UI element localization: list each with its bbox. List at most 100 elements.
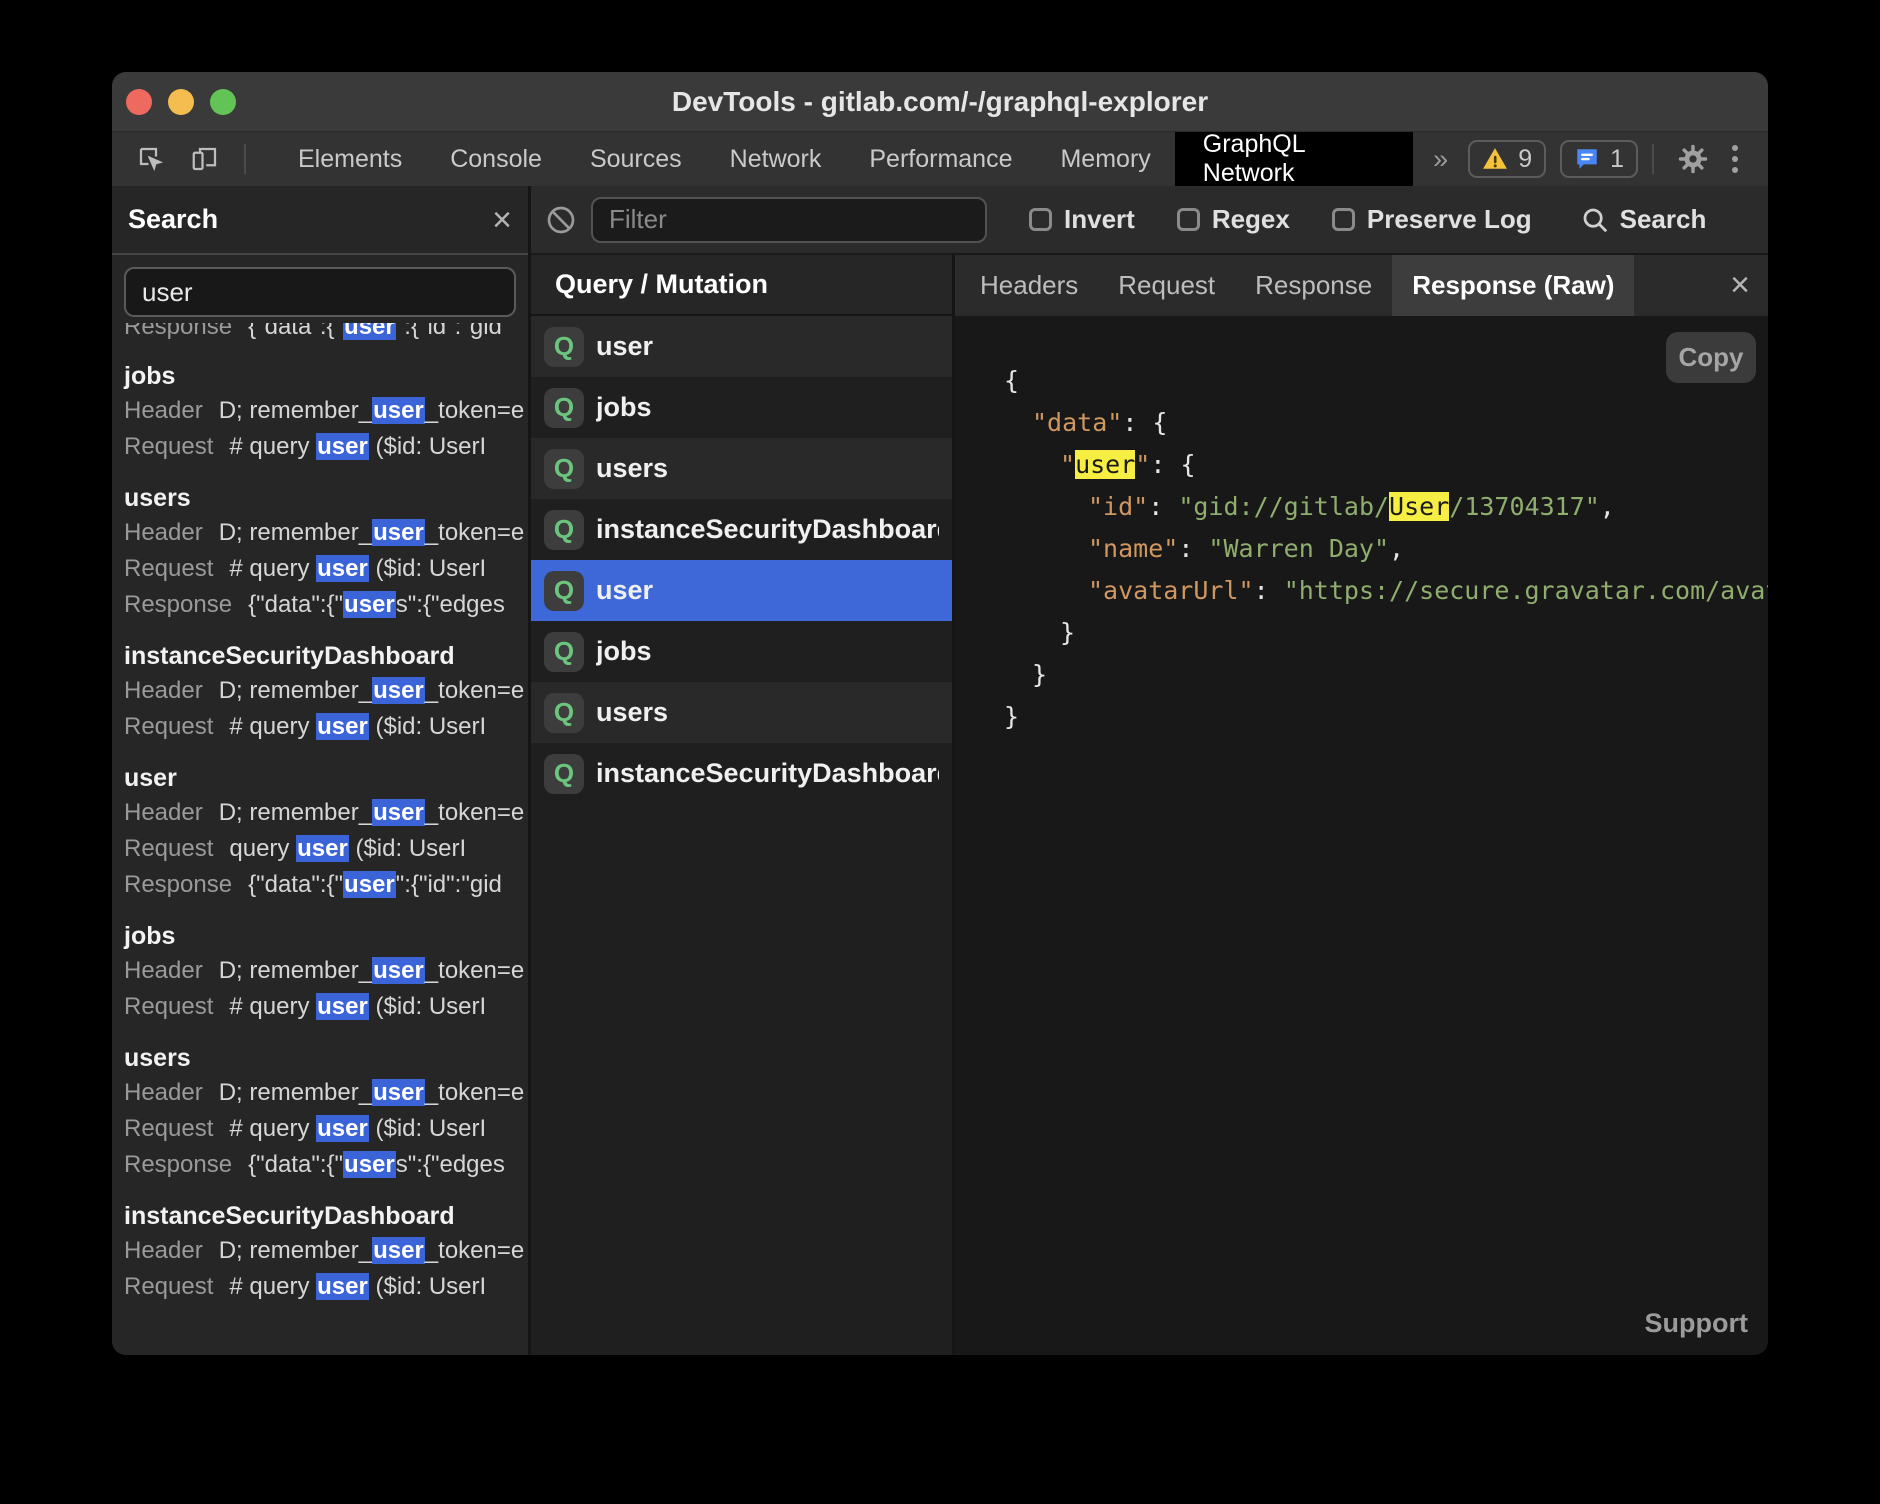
devtools-tab-sources[interactable]: Sources xyxy=(566,132,706,186)
result-line-value: # query user ($id: UserI xyxy=(229,709,486,745)
close-icon[interactable]: × xyxy=(492,203,512,237)
result-line-label: Response xyxy=(124,867,232,903)
search-result-line[interactable]: HeaderD; remember_user_token=e xyxy=(124,1233,528,1269)
checkbox-box xyxy=(1332,208,1355,231)
result-line-value: {"data":{"users":{"edges xyxy=(248,1147,505,1183)
query-type-icon: Q xyxy=(544,449,584,489)
zoom-window-button[interactable] xyxy=(210,89,236,115)
devtools-tab-network[interactable]: Network xyxy=(706,132,846,186)
search-result-line[interactable]: HeaderD; remember_user_token=e xyxy=(124,1075,528,1111)
window-title: DevTools - gitlab.com/-/graphql-explorer xyxy=(672,86,1208,118)
query-name: user xyxy=(596,331,653,362)
copy-button[interactable]: Copy xyxy=(1666,332,1756,383)
result-group-title[interactable]: instanceSecurityDashboard xyxy=(124,639,528,673)
search-result-line[interactable]: HeaderD; remember_user_token=e xyxy=(124,515,528,551)
search-result-line[interactable]: Header D; remember_user_token=e xyxy=(124,673,528,709)
json-content: {"data": {"user": {"id": "gid://gitlab/U… xyxy=(1004,360,1768,738)
issues-count: 1 xyxy=(1610,145,1624,174)
search-result-line[interactable]: Request# query user ($id: UserI xyxy=(124,551,528,587)
toolbar-divider xyxy=(1652,144,1654,174)
query-list-item[interactable]: QinstanceSecurityDashboard xyxy=(531,499,952,560)
inspect-element-icon[interactable] xyxy=(136,144,166,174)
preserve-log-checkbox[interactable]: Preserve Log xyxy=(1332,204,1532,235)
devtools-tab-memory[interactable]: Memory xyxy=(1036,132,1174,186)
query-list-header: Query / Mutation xyxy=(531,255,952,316)
result-group-title[interactable]: users xyxy=(124,1041,528,1075)
filter-clear-icon[interactable] xyxy=(545,204,577,236)
regex-checkbox[interactable]: Regex xyxy=(1177,204,1290,235)
support-link[interactable]: Support xyxy=(1645,1308,1748,1339)
result-line-value: {"data":{"users":{"edges xyxy=(248,587,505,623)
query-name: instanceSecurityDashboard xyxy=(596,758,939,789)
devtools-tab-performance[interactable]: Performance xyxy=(845,132,1036,186)
devtools-tab-elements[interactable]: Elements xyxy=(274,132,426,186)
detail-tab-headers[interactable]: Headers xyxy=(960,255,1098,316)
query-list-item[interactable]: Quser xyxy=(531,316,952,377)
query-list-item[interactable]: Qusers xyxy=(531,682,952,743)
detail-tabs: HeadersRequestResponseResponse (Raw) × xyxy=(955,255,1768,316)
result-line-label: Header xyxy=(124,795,203,831)
result-line-label: Header xyxy=(124,393,203,429)
detail-tab-response-raw-[interactable]: Response (Raw) xyxy=(1392,255,1634,316)
result-line-label: Response xyxy=(124,323,232,343)
json-line: } xyxy=(1004,612,1768,654)
search-result-line[interactable]: Response {"data":{"users":{"edges xyxy=(124,1147,528,1183)
result-line-value: D; remember_user_token=e xyxy=(219,393,525,429)
search-result-line[interactable]: Request# query user ($id: UserI xyxy=(124,429,528,465)
titlebar: DevTools - gitlab.com/-/graphql-explorer xyxy=(112,72,1768,132)
result-line-value: D; remember_user_token=e xyxy=(219,953,525,989)
search-result-line[interactable]: Response{"data":{"user":{"id":"gid xyxy=(124,867,528,903)
query-name: users xyxy=(596,453,668,484)
result-group-title[interactable]: user xyxy=(124,761,528,795)
detail-tab-request[interactable]: Request xyxy=(1098,255,1235,316)
kebab-menu-icon[interactable] xyxy=(1724,145,1746,173)
detail-tab-response[interactable]: Response xyxy=(1235,255,1392,316)
more-tabs-button[interactable]: » xyxy=(1413,132,1468,186)
query-list-item[interactable]: Qjobs xyxy=(531,621,952,682)
issues-badge[interactable]: 1 xyxy=(1560,140,1638,178)
search-toggle[interactable]: Search xyxy=(1580,204,1707,235)
minimize-window-button[interactable] xyxy=(168,89,194,115)
result-line-label: Response xyxy=(124,1147,232,1183)
search-result-line[interactable]: Request # query user ($id: UserI xyxy=(124,989,528,1025)
result-group-title[interactable]: jobs xyxy=(124,919,528,953)
query-list-item[interactable]: Quser xyxy=(531,560,952,621)
devtools-tab-console[interactable]: Console xyxy=(426,132,566,186)
warnings-badge[interactable]: 9 xyxy=(1468,140,1546,178)
close-window-button[interactable] xyxy=(126,89,152,115)
search-input[interactable] xyxy=(124,267,516,317)
json-line: } xyxy=(1004,654,1768,696)
json-line: "data": { xyxy=(1004,402,1768,444)
filter-input[interactable] xyxy=(591,197,987,243)
query-name: instanceSecurityDashboard xyxy=(596,514,939,545)
close-icon[interactable]: × xyxy=(1730,255,1750,316)
result-group-title[interactable]: instanceSecurityDashboard xyxy=(124,1199,528,1233)
request-detail-panel: HeadersRequestResponseResponse (Raw) × Co… xyxy=(955,255,1768,1355)
result-line-value: D; remember_user_token=e xyxy=(219,673,525,709)
search-result-line[interactable]: Header D; remember_user_token=e xyxy=(124,393,528,429)
search-result-line[interactable]: Response{"data":{"user":{"id":"gid xyxy=(124,323,528,343)
result-line-label: Header xyxy=(124,515,203,551)
devtools-tab-graphql-network[interactable]: GraphQL Network xyxy=(1175,132,1413,186)
query-list-item[interactable]: Qjobs xyxy=(531,377,952,438)
search-result-line[interactable]: Response{"data":{"users":{"edges xyxy=(124,587,528,623)
result-group-title[interactable]: users xyxy=(124,481,528,515)
json-line: "name": "Warren Day", xyxy=(1004,528,1768,570)
settings-gear-icon[interactable] xyxy=(1676,142,1710,176)
query-list-item[interactable]: Qusers xyxy=(531,438,952,499)
search-result-line[interactable]: Header D; remember_user_token=e xyxy=(124,953,528,989)
search-result-line[interactable]: Requestquery user ($id: UserI xyxy=(124,831,528,867)
invert-checkbox[interactable]: Invert xyxy=(1029,204,1135,235)
query-list-item[interactable]: QinstanceSecurityDashboard xyxy=(531,743,952,804)
search-result-line[interactable]: HeaderD; remember_user_token=e xyxy=(124,795,528,831)
result-line-label: Header xyxy=(124,673,203,709)
result-line-label: Header xyxy=(124,953,203,989)
result-line-label: Request xyxy=(124,989,213,1025)
result-line-value: # query user ($id: UserI xyxy=(229,989,486,1025)
devtools-toolbar: ElementsConsoleSourcesNetworkPerformance… xyxy=(112,132,1768,186)
search-result-line[interactable]: Request# query user ($id: UserI xyxy=(124,1111,528,1147)
result-group-title[interactable]: jobs xyxy=(124,359,528,393)
search-result-line[interactable]: Request# query user ($id: UserI xyxy=(124,1269,528,1305)
device-toolbar-icon[interactable] xyxy=(190,144,220,174)
search-result-line[interactable]: Request# query user ($id: UserI xyxy=(124,709,528,745)
